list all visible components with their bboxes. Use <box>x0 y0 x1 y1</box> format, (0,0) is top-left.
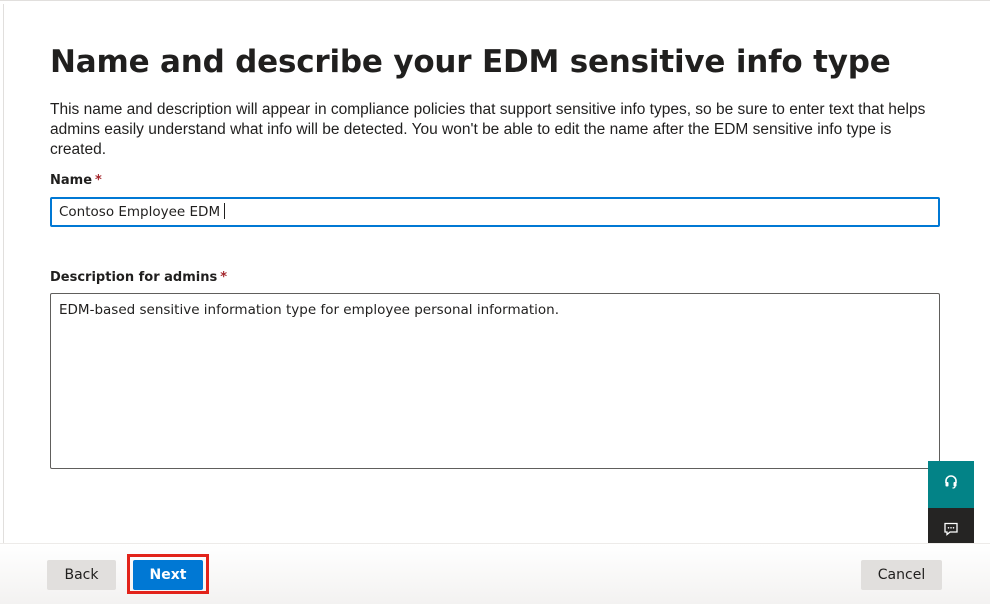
headset-icon <box>943 474 959 495</box>
description-label-text: Description for admins <box>50 270 218 285</box>
description-textarea[interactable]: EDM-based sensitive information type for… <box>50 293 940 469</box>
description-required-star: * <box>220 270 228 285</box>
description-field-label: Description for admins * <box>50 268 227 286</box>
left-border <box>3 4 4 544</box>
text-caret <box>224 203 226 219</box>
name-field-label: Name * <box>50 171 102 189</box>
name-input[interactable]: Contoso Employee EDM <box>50 197 940 227</box>
name-required-star: * <box>95 173 102 188</box>
page-title: Name and describe your EDM sensitive inf… <box>50 44 891 80</box>
page-description: This name and description will appear in… <box>50 101 926 158</box>
wizard-content: Name and describe your EDM sensitive inf… <box>50 40 940 160</box>
feedback-chat-icon <box>943 521 959 542</box>
next-button[interactable]: Next <box>133 560 203 590</box>
name-input-value: Contoso Employee EDM <box>59 204 221 220</box>
cancel-button[interactable]: Cancel <box>861 560 942 590</box>
top-border <box>0 0 990 4</box>
description-textarea-value: EDM-based sensitive information type for… <box>59 302 560 318</box>
back-button[interactable]: Back <box>47 560 116 590</box>
name-label-text: Name <box>50 173 93 188</box>
help-button[interactable] <box>928 461 974 508</box>
